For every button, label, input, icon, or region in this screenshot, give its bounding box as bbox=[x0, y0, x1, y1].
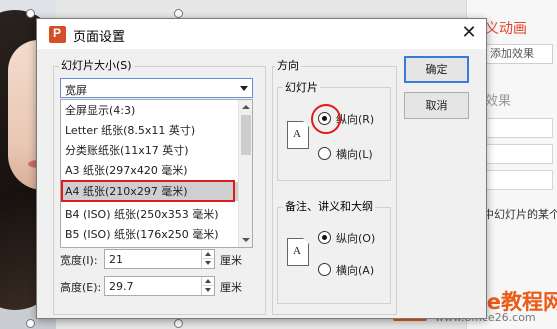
list-item[interactable]: B4 (ISO) 纸张(250x353 毫米) bbox=[62, 205, 238, 224]
portrait-page-icon: A bbox=[287, 121, 309, 149]
scroll-up-icon[interactable] bbox=[239, 100, 252, 114]
pane-title: 义动画 bbox=[485, 21, 527, 37]
radio-selected-icon[interactable] bbox=[318, 231, 331, 244]
dialog-title: 页面设置 bbox=[73, 30, 126, 45]
effect-field[interactable] bbox=[483, 144, 553, 164]
list-item-selected[interactable]: A4 纸张(210x297 毫米) bbox=[62, 182, 238, 201]
slides-landscape-label: 横向(L) bbox=[336, 148, 373, 161]
list-item[interactable]: B5 (ISO) 纸张(176x250 毫米) bbox=[62, 225, 238, 244]
page-icon-letter: A bbox=[293, 128, 301, 140]
height-value: 29.7 bbox=[109, 280, 134, 293]
width-label: 宽度(I): bbox=[60, 254, 98, 267]
scroll-thumb[interactable] bbox=[241, 115, 251, 155]
portrait-page-icon: A bbox=[287, 238, 309, 266]
cancel-button[interactable]: 取消 bbox=[404, 92, 469, 119]
effect-field[interactable] bbox=[483, 118, 553, 138]
spin-down-icon[interactable] bbox=[202, 259, 214, 268]
close-icon: ✕ bbox=[461, 22, 477, 43]
page-icon-letter: A bbox=[293, 245, 301, 257]
list-item[interactable]: 分类账纸张(11x17 英寸) bbox=[62, 141, 238, 160]
radio-unselected-icon[interactable] bbox=[318, 147, 331, 160]
slide-size-select[interactable]: 宽屏 bbox=[60, 78, 253, 98]
slides-landscape-radio[interactable]: 横向(L) bbox=[318, 146, 388, 162]
notes-landscape-label: 横向(A) bbox=[336, 264, 375, 277]
height-spinner[interactable]: 29.7 bbox=[104, 276, 215, 296]
width-spinner[interactable]: 21 bbox=[104, 249, 215, 269]
notes-portrait-radio[interactable]: 纵向(O) bbox=[318, 230, 388, 246]
list-item[interactable]: Letter 纸张(8.5x11 英寸) bbox=[62, 121, 238, 140]
chevron-down-icon bbox=[240, 86, 248, 91]
pane-description: 中幻灯片的某个 bbox=[483, 208, 557, 221]
width-unit: 厘米 bbox=[220, 254, 242, 267]
dialog-titlebar[interactable]: 页面设置 ✕ bbox=[37, 19, 486, 49]
page-setup-dialog: 页面设置 ✕ 幻灯片大小(S) 宽屏 全屏显示(4:3) Letter 纸张(8… bbox=[36, 18, 487, 319]
orientation-label: 方向 bbox=[275, 57, 301, 73]
resize-handle[interactable] bbox=[174, 319, 183, 328]
effect-field[interactable] bbox=[483, 170, 553, 190]
slides-orientation-label: 幻灯片 bbox=[283, 79, 320, 95]
add-effect-select[interactable]: 添加效果 bbox=[483, 44, 553, 64]
close-button[interactable]: ✕ bbox=[457, 22, 481, 46]
effect-section-label: 效果 bbox=[485, 94, 512, 109]
list-item[interactable]: 全屏显示(4:3) bbox=[62, 101, 238, 120]
scroll-down-icon[interactable] bbox=[239, 233, 252, 247]
slides-portrait-label: 纵向(R) bbox=[336, 113, 375, 126]
presentation-app-icon bbox=[49, 26, 66, 43]
spin-up-icon[interactable] bbox=[202, 250, 214, 259]
height-unit: 厘米 bbox=[220, 281, 242, 294]
notes-portrait-label: 纵向(O) bbox=[336, 232, 376, 245]
radio-unselected-icon[interactable] bbox=[318, 263, 331, 276]
width-value: 21 bbox=[109, 253, 123, 266]
resize-handle[interactable] bbox=[26, 9, 35, 18]
resize-handle[interactable] bbox=[174, 9, 183, 18]
ok-button[interactable]: 确定 bbox=[404, 56, 469, 83]
list-scrollbar[interactable] bbox=[238, 100, 252, 247]
spin-down-icon[interactable] bbox=[202, 286, 214, 295]
spin-up-icon[interactable] bbox=[202, 277, 214, 286]
resize-handle[interactable] bbox=[26, 319, 35, 328]
notes-landscape-radio[interactable]: 横向(A) bbox=[318, 262, 388, 278]
notes-orientation-label: 备注、讲义和大纲 bbox=[283, 198, 375, 214]
slide-size-value: 宽屏 bbox=[65, 84, 87, 97]
radio-selected-icon[interactable] bbox=[318, 112, 331, 125]
list-item[interactable]: A3 纸张(297x420 毫米) bbox=[62, 161, 238, 180]
slide-size-dropdown-list[interactable]: 全屏显示(4:3) Letter 纸张(8.5x11 英寸) 分类账纸张(11x… bbox=[60, 99, 253, 248]
slide-size-label: 幻灯片大小(S) bbox=[59, 57, 134, 73]
slides-portrait-radio[interactable]: 纵向(R) bbox=[318, 111, 388, 127]
height-label: 高度(E): bbox=[60, 281, 102, 294]
